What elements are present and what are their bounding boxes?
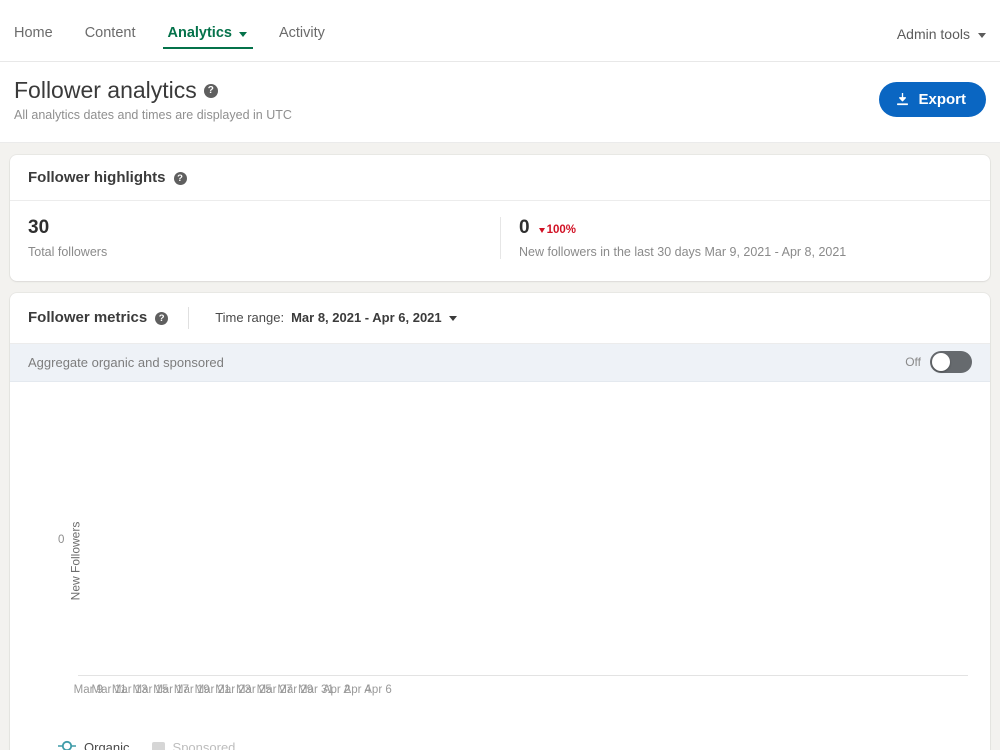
total-followers-label: Total followers [28, 244, 108, 259]
delta-value: 100% [546, 224, 576, 237]
export-button[interactable]: Export [879, 82, 986, 117]
nav-item-activity[interactable]: Activity [263, 25, 341, 61]
nav-item-label: Activity [278, 25, 325, 41]
highlight-total-followers: 30 Total followers [10, 217, 500, 259]
toggle-state-label: Off [905, 355, 921, 370]
x-axis-line [78, 674, 968, 676]
highlight-value: 30 [28, 217, 482, 239]
page-title: Follower analytics ? [14, 76, 292, 105]
header-divider [188, 306, 190, 329]
follower-metrics-chart: New Followers 0 Mar 9 Mar 11 Mar 13 Mar 15 M… [10, 382, 990, 740]
time-range-label: Time range: [215, 310, 285, 326]
chevron-down-icon [238, 31, 247, 37]
y-axis-tick: 0 [58, 533, 65, 546]
nav-item-analytics[interactable]: Analytics [151, 25, 262, 61]
follower-highlights-body: 30 Total followers 0 100% New followers … [10, 201, 990, 281]
content-wrap: Follower highlights ? 30 Total followers… [0, 143, 1000, 750]
new-followers-value: 0 [519, 216, 530, 238]
new-followers-label: New followers in the last 30 days Mar 9,… [519, 244, 847, 259]
aggregate-toggle-group: Off [905, 351, 972, 374]
triangle-down-icon [538, 227, 545, 233]
chevron-down-icon [978, 32, 986, 38]
chevron-down-icon [448, 316, 457, 322]
total-followers-value: 30 [28, 216, 50, 238]
aggregate-row: Aggregate organic and sponsored Off [10, 343, 990, 382]
highlight-value: 0 100% [519, 217, 972, 239]
follower-highlights-header: Follower highlights ? [10, 155, 990, 201]
open-circle-marker-icon [58, 740, 76, 750]
aggregate-label: Aggregate organic and sponsored [28, 354, 224, 370]
help-circle-icon[interactable]: ? [173, 171, 187, 185]
help-circle-icon[interactable]: ? [203, 84, 218, 99]
page-header-text: Follower analytics ? All analytics dates… [14, 76, 292, 122]
follower-metrics-header: Follower metrics ? Time range: Mar 8, 20… [10, 293, 990, 344]
page-header: Follower analytics ? All analytics dates… [0, 62, 1000, 143]
help-circle-icon[interactable]: ? [155, 312, 169, 326]
new-followers-delta: 100% [538, 224, 576, 237]
admin-tools-label: Admin tools [896, 26, 970, 42]
nav-item-label: Analytics [167, 25, 232, 41]
follower-highlights-card: Follower highlights ? 30 Total followers… [10, 154, 990, 281]
nav-item-label: Content [84, 25, 136, 41]
follower-metrics-title: Follower metrics [28, 309, 148, 327]
follower-metrics-card: Follower metrics ? Time range: Mar 8, 20… [10, 292, 990, 750]
time-range-selector[interactable]: Time range: Mar 8, 2021 - Apr 6, 2021 [215, 310, 457, 326]
page-title-text: Follower analytics [14, 77, 197, 103]
highlight-new-followers: 0 100% New followers in the last 30 days… [500, 216, 990, 259]
page-subtitle: All analytics dates and times are displa… [14, 107, 292, 122]
admin-tools-menu[interactable]: Admin tools [897, 26, 986, 61]
aggregate-toggle[interactable] [930, 351, 972, 374]
toggle-knob [932, 353, 950, 372]
follower-highlights-title: Follower highlights [28, 168, 166, 186]
x-axis-tick-label: Apr 6 [364, 683, 392, 696]
export-label: Export [918, 91, 966, 108]
x-axis-tick-labels: Mar 9 Mar 11 Mar 13 Mar 15 Mar 17 Mar 19 Mar 2… [74, 683, 968, 702]
nav-item-label: Home [14, 25, 53, 41]
nav-item-content[interactable]: Content [69, 25, 152, 61]
nav-items: Home Content Analytics Activity [0, 0, 341, 61]
top-navigation: Home Content Analytics Activity Admin to… [0, 0, 1000, 62]
download-icon [895, 92, 910, 107]
time-range-value: Mar 8, 2021 - Apr 6, 2021 [291, 310, 442, 326]
nav-item-home[interactable]: Home [0, 25, 69, 61]
